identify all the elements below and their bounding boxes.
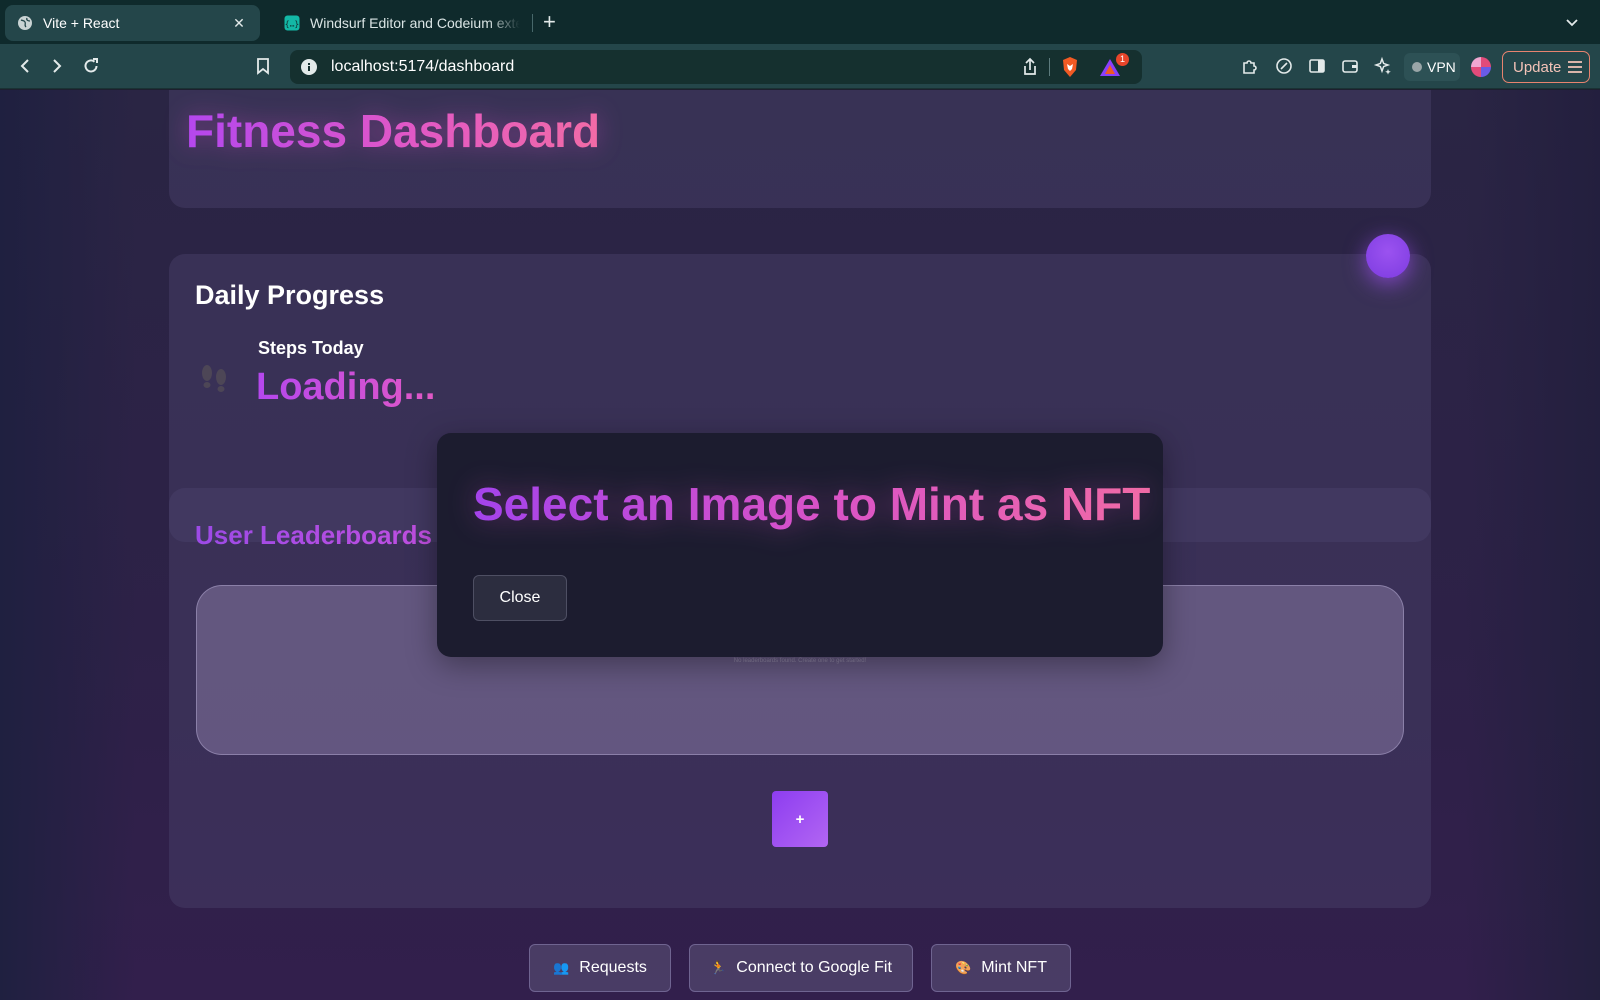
bookmark-icon[interactable]: [253, 56, 273, 76]
vpn-button[interactable]: VPN: [1404, 53, 1460, 81]
footprints-icon: [202, 365, 226, 392]
browser-toolbar: localhost:5174/dashboard 1: [0, 44, 1600, 89]
close-button[interactable]: Close: [473, 575, 567, 621]
chevron-down-icon[interactable]: [1564, 14, 1580, 30]
share-icon[interactable]: [1020, 57, 1040, 77]
profile-avatar[interactable]: [1471, 57, 1491, 77]
add-leaderboard-button[interactable]: +: [772, 791, 828, 847]
mint-nft-modal: Select an Image to Mint as NFT Close: [437, 433, 1163, 657]
site-info-icon[interactable]: [300, 58, 318, 76]
tab-separator: [532, 14, 533, 32]
steps-today-value: Loading...: [256, 366, 436, 408]
vpn-status-icon: [1412, 62, 1422, 72]
browser-tabbar: Vite + React ✕ {…} Windsurf Editor and C…: [0, 0, 1600, 44]
vpn-label: VPN: [1427, 59, 1456, 75]
daily-progress-heading: Daily Progress: [195, 280, 385, 310]
wallet-icon[interactable]: [1340, 56, 1360, 76]
tab-vite-react[interactable]: Vite + React ✕: [5, 5, 260, 41]
tab-label: Windsurf Editor and Codeium extensions: [310, 15, 520, 31]
new-tab-icon[interactable]: +: [543, 9, 556, 35]
codeium-icon: {…}: [284, 15, 300, 31]
modal-title: Select an Image to Mint as NFT: [473, 478, 1151, 530]
svg-text:{…}: {…}: [285, 20, 299, 29]
empty-leaderboards-note: No leaderboards found. Create one to get…: [733, 658, 867, 664]
palette-icon: 🎨: [955, 960, 972, 975]
steps-today-label: Steps Today: [258, 338, 364, 358]
mint-nft-button[interactable]: 🎨 Mint NFT: [931, 944, 1071, 992]
update-button[interactable]: Update: [1502, 51, 1590, 83]
floating-orb[interactable]: [1366, 234, 1410, 278]
people-icon: 👥: [553, 960, 570, 975]
sidebar-toggle-icon[interactable]: [1307, 56, 1327, 76]
leaderboards-heading: User Leaderboards: [195, 520, 432, 550]
requests-label: Requests: [579, 959, 647, 976]
connect-google-fit-button[interactable]: 🏃 Connect to Google Fit: [689, 944, 913, 992]
mint-nft-label: Mint NFT: [981, 959, 1047, 976]
update-label: Update: [1513, 58, 1562, 76]
connect-google-fit-label: Connect to Google Fit: [736, 959, 892, 976]
hamburger-menu-icon: [1568, 61, 1583, 73]
rewards-badge: 1: [1116, 53, 1129, 66]
url-text[interactable]: localhost:5174/dashboard: [331, 58, 514, 76]
ai-sparkle-icon[interactable]: [1373, 56, 1393, 76]
tab-label: Vite + React: [43, 15, 120, 31]
runner-icon: 🏃: [710, 960, 727, 975]
requests-button[interactable]: 👥 Requests: [529, 944, 671, 992]
forward-icon[interactable]: [47, 56, 67, 76]
back-icon[interactable]: [15, 56, 35, 76]
globe-icon: [18, 16, 32, 30]
brave-shields-icon[interactable]: [1060, 56, 1080, 78]
leo-icon[interactable]: [1274, 56, 1294, 76]
extensions-icon[interactable]: [1240, 56, 1260, 76]
reload-icon[interactable]: [81, 56, 101, 76]
close-tab-icon[interactable]: ✕: [230, 15, 248, 32]
address-bar[interactable]: localhost:5174/dashboard 1: [290, 50, 1142, 84]
page-title: Fitness Dashboard: [186, 105, 601, 157]
urlbar-separator: [1049, 58, 1050, 76]
tab-windsurf[interactable]: {…} Windsurf Editor and Codeium extensio…: [272, 5, 532, 41]
